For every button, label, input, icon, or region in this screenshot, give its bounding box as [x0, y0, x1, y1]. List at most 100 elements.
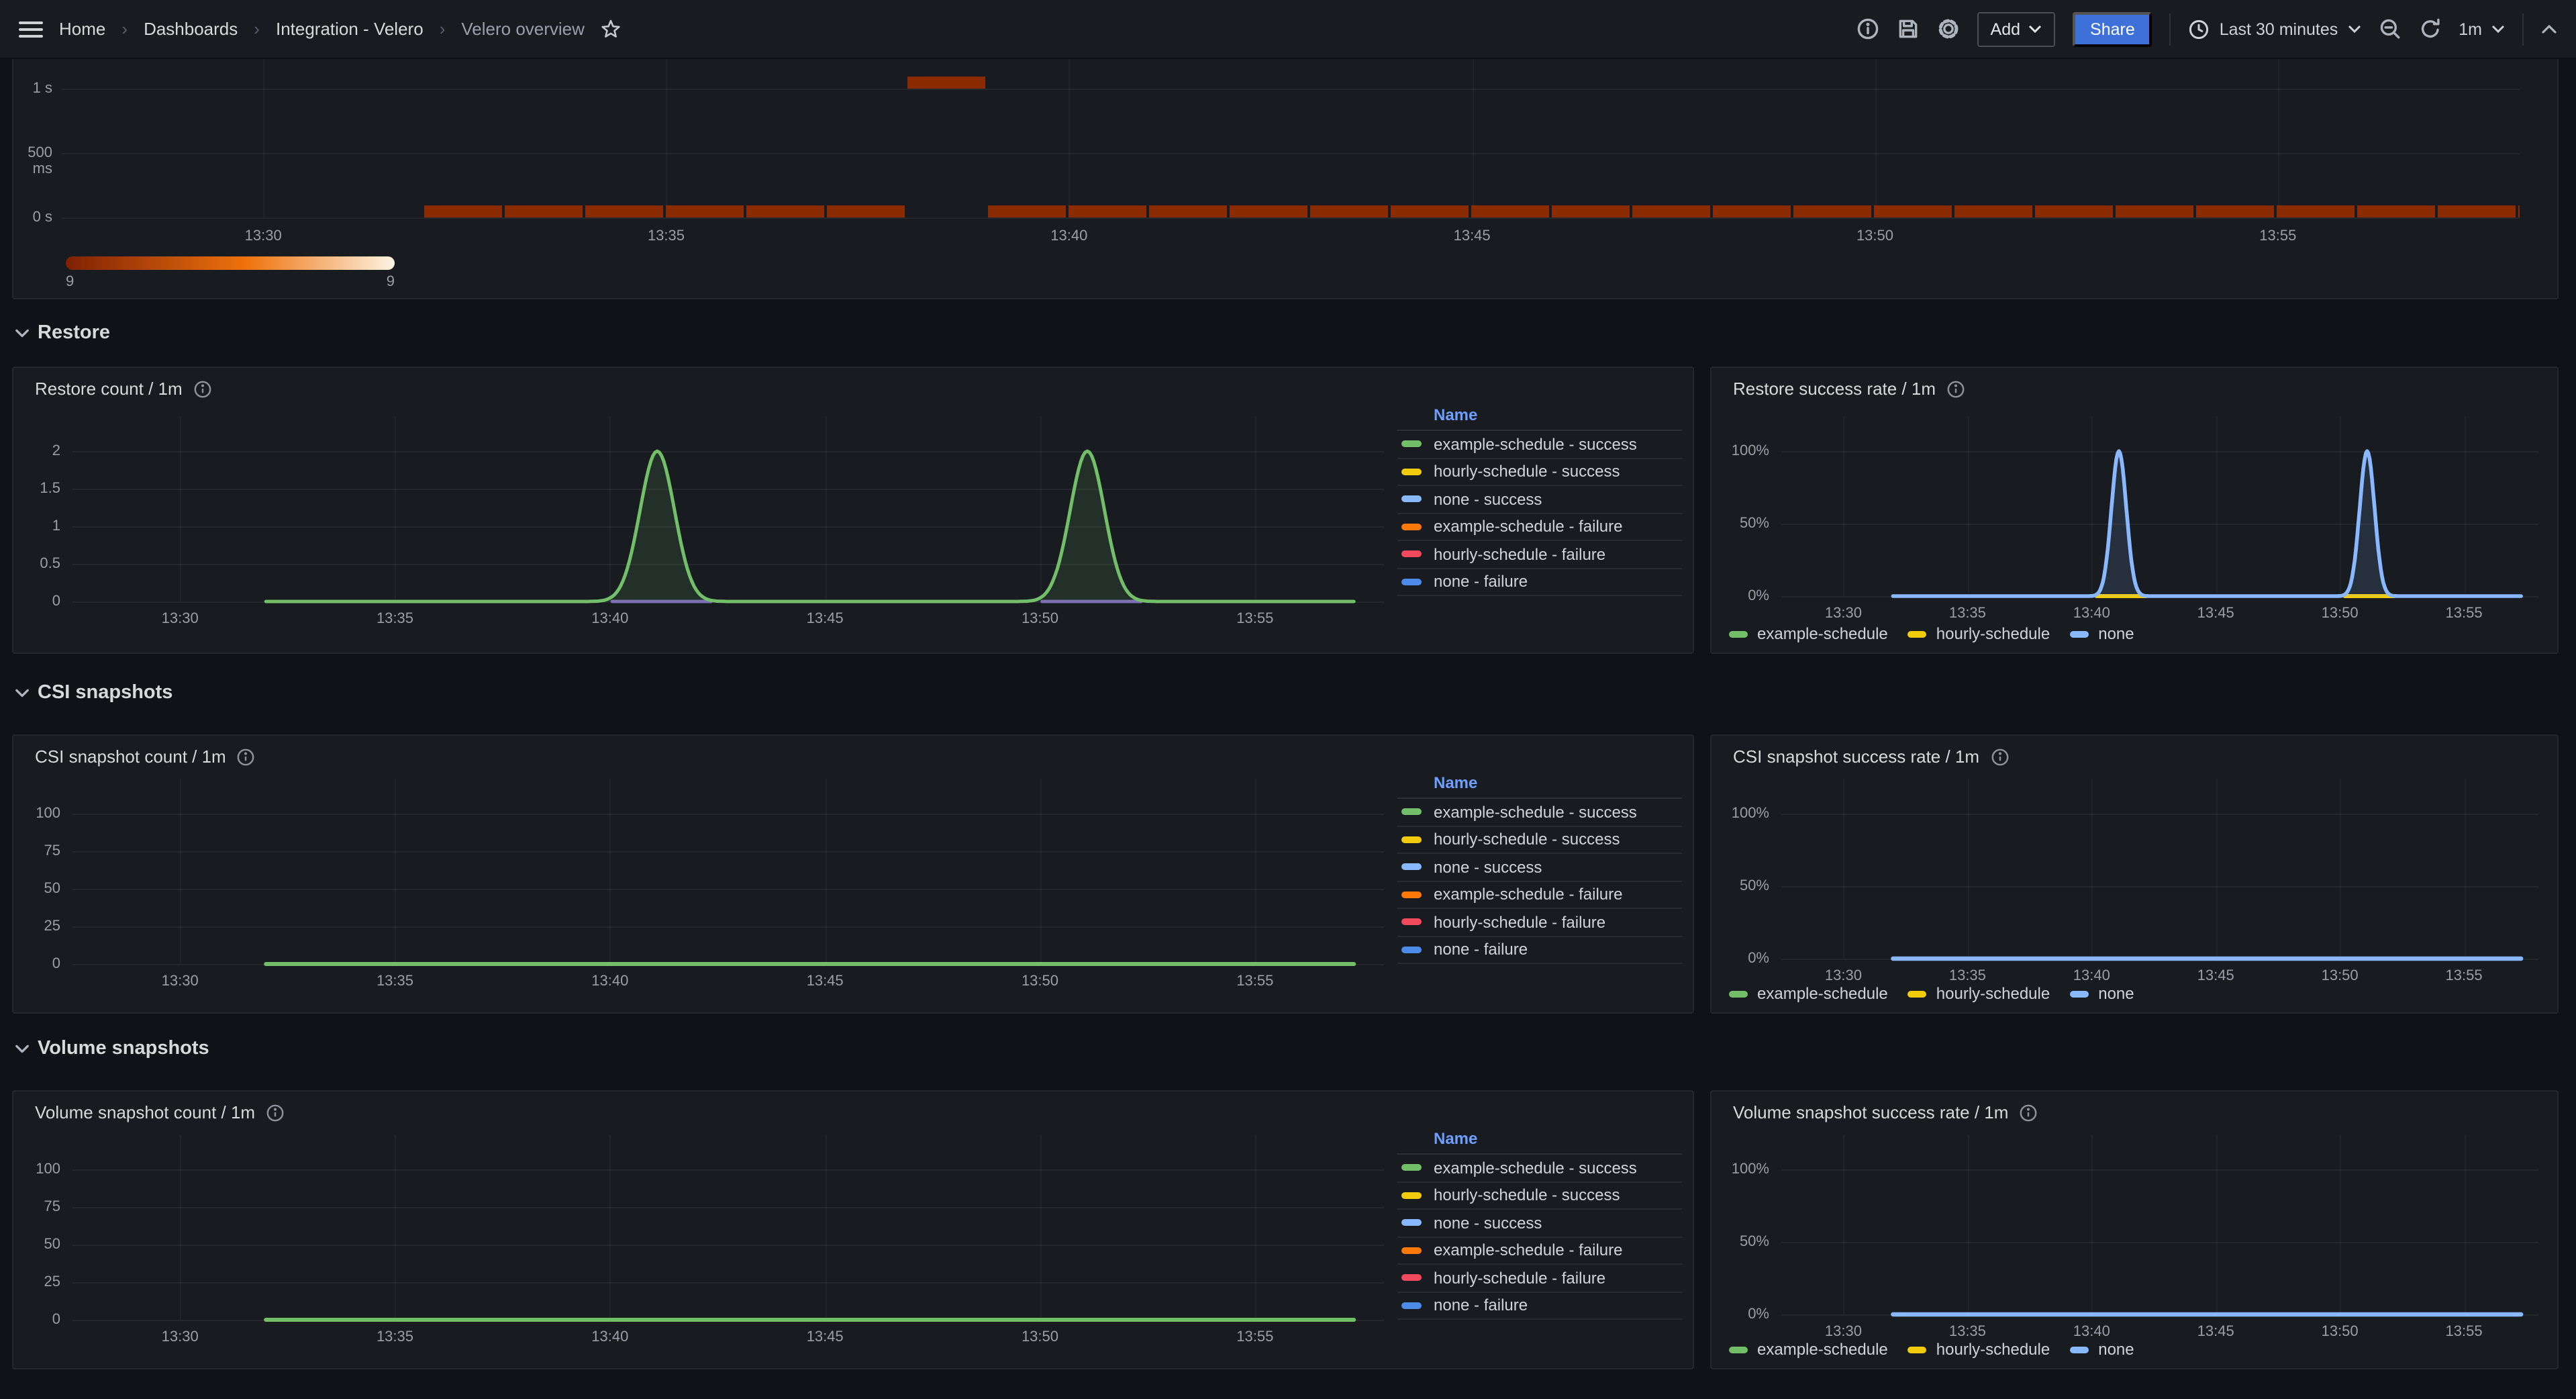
panel-title[interactable]: CSI snapshot count / 1m — [35, 746, 256, 767]
legend-item[interactable]: hourly-schedule — [1908, 1340, 2050, 1359]
menu-icon[interactable] — [19, 18, 43, 40]
favorite-star-icon[interactable] — [601, 18, 622, 40]
panel-title[interactable]: CSI snapshot success rate / 1m — [1733, 746, 2009, 767]
panel-title-text: Restore success rate / 1m — [1733, 379, 1936, 399]
legend-table-row[interactable]: hourly-schedule - failure — [1397, 541, 1682, 569]
breadcrumb-home[interactable]: Home — [59, 19, 105, 39]
legend-table-row[interactable]: example-schedule - success — [1397, 799, 1682, 826]
legend-swatch — [1401, 579, 1422, 585]
zoom-out-time-icon[interactable] — [2378, 17, 2401, 40]
series-legend-table: Nameexample-schedule - success hourly-sch… — [1397, 773, 1682, 964]
legend-label: example-schedule - failure — [1434, 885, 1623, 904]
legend-table-header[interactable]: Name — [1397, 1129, 1682, 1155]
legend-table-row[interactable]: hourly-schedule - failure — [1397, 909, 1682, 936]
panel-title[interactable]: Restore count / 1m — [35, 379, 212, 399]
legend-swatch — [1729, 630, 1748, 637]
restore-count-plot[interactable]: 21.510.5013:3013:3513:4013:4513:5013:55 — [13, 368, 1395, 653]
legend-item[interactable]: example-schedule — [1729, 984, 1888, 1003]
legend-swatch — [1401, 469, 1422, 475]
legend-table-row[interactable]: hourly-schedule - success — [1397, 1182, 1682, 1210]
legend-item[interactable]: none — [2070, 984, 2134, 1003]
legend-table-row[interactable]: none - success — [1397, 854, 1682, 881]
legend-table-row[interactable]: none - success — [1397, 486, 1682, 514]
legend-table-row[interactable]: none - failure — [1397, 936, 1682, 964]
legend-swatch — [1908, 990, 1927, 997]
x-axis-label: 13:35 — [626, 228, 706, 246]
y-grid-line — [62, 89, 2520, 90]
legend-table-header[interactable]: Name — [1397, 773, 1682, 799]
volume-snapshot-count-plot[interactable]: 100755025013:3013:3513:4013:4513:5013:55 — [13, 1092, 1395, 1368]
legend-table-row[interactable]: example-schedule - success — [1397, 431, 1682, 459]
time-range-picker[interactable]: Last 30 minutes — [2189, 18, 2361, 40]
info-icon — [193, 379, 212, 398]
panel-title[interactable]: Volume snapshot success rate / 1m — [1733, 1102, 2038, 1122]
navbar-divider — [2170, 13, 2171, 45]
refresh-interval-label: 1m — [2459, 19, 2482, 38]
heatmap-cell-run — [989, 205, 2520, 218]
x-axis-label: 13:45 — [1432, 228, 1512, 246]
legend-swatch — [1401, 1192, 1422, 1199]
dashboard-insights-icon[interactable] — [1856, 17, 1879, 40]
legend-table-row[interactable]: none - failure — [1397, 569, 1682, 596]
chevron-down-icon — [2347, 24, 2361, 34]
legend-table-row[interactable]: example-schedule - failure — [1397, 881, 1682, 909]
breadcrumb: Home › Dashboards › Integration - Velero… — [19, 18, 622, 40]
series-legend-table: Nameexample-schedule - success hourly-sch… — [1397, 405, 1682, 596]
series-line — [1893, 451, 2521, 596]
legend-item[interactable]: none — [2070, 1340, 2134, 1359]
save-dashboard-icon[interactable] — [1897, 17, 1920, 40]
legend-label: hourly-schedule - success — [1434, 830, 1620, 849]
legend-label: hourly-schedule — [1936, 624, 2050, 643]
x-grid-line — [1875, 59, 1876, 218]
legend-table-row[interactable]: hourly-schedule - success — [1397, 826, 1682, 854]
legend-label: none - failure — [1434, 940, 1528, 959]
legend-label: none — [2098, 1340, 2134, 1359]
x-grid-line — [1472, 59, 1473, 218]
legend-item[interactable]: none — [2070, 624, 2134, 643]
share-button[interactable]: Share — [2073, 11, 2152, 46]
backup-duration-heatmap-plot[interactable]: 1 s500 ms0 s13:3013:3513:4013:4513:5013:… — [13, 59, 2557, 298]
restore-success-rate-plot[interactable]: 100%50%0%13:3013:3513:4013:4513:5013:55 — [1712, 368, 2557, 653]
legend-table-row[interactable]: example-schedule - success — [1397, 1155, 1682, 1182]
legend-swatch — [1729, 1346, 1748, 1353]
chart-canvas — [13, 368, 1395, 653]
legend-label: example-schedule - failure — [1434, 518, 1623, 536]
chevron-down-icon — [15, 328, 30, 338]
breadcrumb-folder[interactable]: Integration - Velero — [276, 19, 424, 39]
legend-table-row[interactable]: none - success — [1397, 1210, 1682, 1237]
legend-table-row[interactable]: hourly-schedule - success — [1397, 459, 1682, 486]
legend-item[interactable]: hourly-schedule — [1908, 984, 2050, 1003]
panel-title[interactable]: Restore success rate / 1m — [1733, 379, 1965, 399]
refresh-icon[interactable] — [2418, 17, 2441, 40]
y-axis-label: 0 s — [13, 209, 52, 226]
collapse-navbar-caret-icon[interactable] — [2541, 23, 2557, 34]
section-header-restore[interactable]: Restore — [15, 322, 110, 344]
x-axis-label: 13:40 — [1029, 228, 1109, 246]
panel-title-text: Restore count / 1m — [35, 379, 183, 399]
add-panel-button[interactable]: Add — [1977, 11, 2056, 46]
legend-table-row[interactable]: example-schedule - failure — [1397, 1237, 1682, 1265]
legend-table-row[interactable]: none - failure — [1397, 1292, 1682, 1320]
legend-table-row[interactable]: example-schedule - failure — [1397, 514, 1682, 541]
csi-snapshot-success-rate-plot[interactable]: 100%50%0%13:3013:3513:4013:4513:5013:55 — [1712, 736, 2557, 1012]
volume-snapshot-success-rate-plot[interactable]: 100%50%0%13:3013:3513:4013:4513:5013:55 — [1712, 1092, 2557, 1368]
dashboard-settings-gear-icon[interactable] — [1937, 17, 1960, 40]
breadcrumb-current-dashboard: Velero overview — [461, 19, 585, 39]
legend-item[interactable]: example-schedule — [1729, 1340, 1888, 1359]
csi-snapshot-count-plot[interactable]: 100755025013:3013:3513:4013:4513:5013:55 — [13, 736, 1395, 1012]
refresh-interval-picker[interactable]: 1m — [2459, 19, 2505, 38]
section-header-csi-snapshots[interactable]: CSI snapshots — [15, 682, 172, 704]
panel-title[interactable]: Volume snapshot count / 1m — [35, 1102, 285, 1122]
legend-item[interactable]: example-schedule — [1729, 624, 1888, 643]
chart-canvas — [1712, 736, 2557, 1012]
legend-label: hourly-schedule - success — [1434, 463, 1620, 481]
breadcrumb-dashboards[interactable]: Dashboards — [144, 19, 238, 39]
legend-swatch — [1401, 1275, 1422, 1282]
x-axis-label: 13:55 — [2238, 228, 2318, 246]
legend-swatch — [1401, 864, 1422, 871]
legend-table-row[interactable]: hourly-schedule - failure — [1397, 1265, 1682, 1292]
legend-table-header[interactable]: Name — [1397, 405, 1682, 431]
legend-label: hourly-schedule - failure — [1434, 1269, 1605, 1288]
legend-item[interactable]: hourly-schedule — [1908, 624, 2050, 643]
section-header-volume-snapshots[interactable]: Volume snapshots — [15, 1038, 209, 1059]
